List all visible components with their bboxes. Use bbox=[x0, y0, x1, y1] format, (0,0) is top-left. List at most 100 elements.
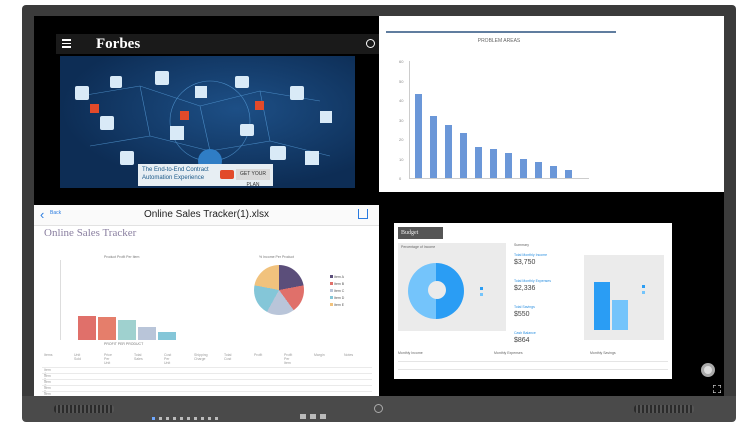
profit-chart-footer: PROFIT PER PRODUCT bbox=[104, 342, 144, 346]
profit-chart-title: Product Profit Per Item bbox=[104, 255, 140, 259]
budget-document: Budget Percentage of Income Summary Tota… bbox=[394, 223, 672, 379]
table-row bbox=[42, 367, 372, 368]
spreadsheet-window[interactable]: ‹ Back Online Sales Tracker(1).xlsx Onli… bbox=[34, 205, 379, 398]
pie-legend-item: Item B bbox=[330, 282, 344, 286]
window-divider bbox=[379, 194, 724, 205]
profit-bar bbox=[118, 319, 136, 340]
bar-series bbox=[415, 61, 590, 178]
table-row bbox=[42, 385, 372, 386]
chart-bar bbox=[565, 170, 572, 178]
profit-chart-axis bbox=[60, 260, 61, 340]
table-column-header: Profit Per Item bbox=[284, 353, 293, 365]
pie-legend-item: Item A bbox=[330, 275, 344, 279]
expense-bar-card bbox=[584, 255, 664, 340]
profit-bar bbox=[138, 326, 156, 340]
chart-bar bbox=[505, 152, 512, 178]
amount-value: $2,336 bbox=[514, 285, 536, 292]
y-tick-label: 40 bbox=[399, 98, 404, 103]
y-tick-label: 30 bbox=[399, 117, 404, 123]
income-chart-title: % Income Per Product bbox=[259, 255, 295, 259]
summary-title: Summary bbox=[514, 243, 529, 247]
share-icon[interactable] bbox=[358, 209, 368, 219]
chart-header-line bbox=[386, 31, 616, 33]
chart-bar bbox=[475, 146, 482, 178]
card-title: Percentage of Income bbox=[401, 245, 436, 249]
bar-legend-swatch bbox=[642, 285, 645, 288]
chart-bar bbox=[520, 158, 527, 178]
x-axis bbox=[409, 178, 589, 179]
fullscreen-icon[interactable] bbox=[713, 385, 721, 393]
file-title: Online Sales Tracker(1).xlsx bbox=[143, 209, 270, 220]
profit-bar bbox=[158, 331, 176, 340]
table-column-header: Shipping Charge bbox=[194, 353, 208, 361]
table-column-header: Notes bbox=[344, 353, 354, 357]
table-column-header: Total Cost bbox=[224, 353, 232, 361]
income-percentage-card: Percentage of Income bbox=[398, 243, 506, 331]
expense-bar bbox=[612, 300, 628, 330]
budget-header: Budget bbox=[398, 227, 443, 239]
profit-bar bbox=[78, 316, 96, 340]
donut-legend-swatch bbox=[480, 293, 483, 296]
pie-legend-item: Item D bbox=[330, 296, 344, 300]
chart-bar bbox=[445, 125, 452, 178]
summary-card: Summary Total Monthly Income $3,750 Tota… bbox=[514, 243, 574, 358]
front-ports bbox=[300, 406, 330, 424]
section-title: Monthly Expenses bbox=[494, 351, 523, 355]
bar-chart-window[interactable]: PROBLEM AREAS 6050403020100 OCCURRENCES bbox=[379, 16, 724, 204]
income-pie-chart bbox=[254, 265, 304, 315]
forbes-logo[interactable]: Forbes bbox=[96, 36, 140, 53]
table-column-header: Unit Sold bbox=[74, 353, 82, 361]
chart-bar bbox=[535, 162, 542, 178]
sheet-title: Online Sales Tracker bbox=[44, 227, 137, 239]
table-column-header: Cost Per Unit bbox=[164, 353, 172, 365]
ad-text: The End-to-End Contract Automation Exper… bbox=[142, 167, 209, 181]
right-speaker-grille bbox=[634, 405, 694, 413]
ad-logo-icon bbox=[220, 170, 234, 179]
left-speaker-grille bbox=[54, 405, 114, 413]
display-screen: Forbes The End-to-End Contract Automatio… bbox=[34, 16, 724, 398]
profit-bar bbox=[98, 317, 116, 340]
y-tick-label: 50 bbox=[399, 78, 404, 84]
amount-label: Total Savings bbox=[514, 305, 535, 309]
assistive-touch-button[interactable] bbox=[701, 363, 715, 377]
monitor-bottom-bezel bbox=[22, 396, 736, 422]
amount-value: $3,750 bbox=[514, 259, 536, 266]
pie-legend-item: Item E bbox=[330, 303, 344, 307]
chart-bar bbox=[460, 133, 467, 178]
chart-bar bbox=[490, 148, 497, 178]
table-column-header: Margin bbox=[314, 353, 325, 357]
pie-legend: Item A Item B Item C Item D Item E bbox=[330, 275, 370, 315]
amount-value: $864 bbox=[514, 337, 530, 344]
bar-legend-swatch bbox=[642, 291, 645, 294]
ad-cta-button[interactable]: GET YOUR PLAN bbox=[236, 169, 270, 188]
divider bbox=[398, 369, 668, 370]
y-tick-label: 0 bbox=[399, 176, 402, 181]
chart-title: PROBLEM AREAS bbox=[477, 38, 521, 44]
budget-window[interactable]: Budget Percentage of Income Summary Tota… bbox=[379, 205, 724, 398]
table-column-header: Profit bbox=[254, 353, 263, 357]
table-row bbox=[42, 391, 372, 392]
table-row bbox=[42, 373, 372, 374]
amount-label: Total Monthly Expenses bbox=[514, 279, 551, 283]
chart-bar bbox=[550, 166, 557, 178]
forbes-window[interactable]: Forbes The End-to-End Contract Automatio… bbox=[34, 16, 379, 200]
y-tick-label: 10 bbox=[399, 156, 404, 162]
y-tick-labels: 60 50 40 30 20 10 0 bbox=[379, 16, 409, 186]
advertisement-banner[interactable]: The End-to-End Contract Automation Exper… bbox=[138, 164, 273, 188]
power-icon[interactable] bbox=[374, 404, 383, 413]
income-donut-chart bbox=[408, 263, 464, 319]
search-icon[interactable] bbox=[366, 39, 375, 48]
table-row bbox=[42, 379, 372, 380]
table-column-header: Total Sales bbox=[134, 353, 143, 361]
table-column-header: Items bbox=[44, 353, 53, 357]
front-button-row[interactable] bbox=[152, 407, 222, 425]
pie-legend-item: Item C bbox=[330, 289, 344, 293]
table-column-header: Price Per Unit bbox=[104, 353, 112, 365]
profit-bar-chart bbox=[64, 260, 184, 340]
spreadsheet-toolbar: ‹ Back Online Sales Tracker(1).xlsx bbox=[34, 205, 379, 226]
y-tick-label: 20 bbox=[399, 137, 404, 142]
hamburger-menu-icon[interactable] bbox=[62, 39, 71, 48]
y-tick-label: 60 bbox=[399, 59, 404, 64]
income-bar bbox=[594, 282, 610, 330]
y-axis bbox=[409, 61, 410, 179]
